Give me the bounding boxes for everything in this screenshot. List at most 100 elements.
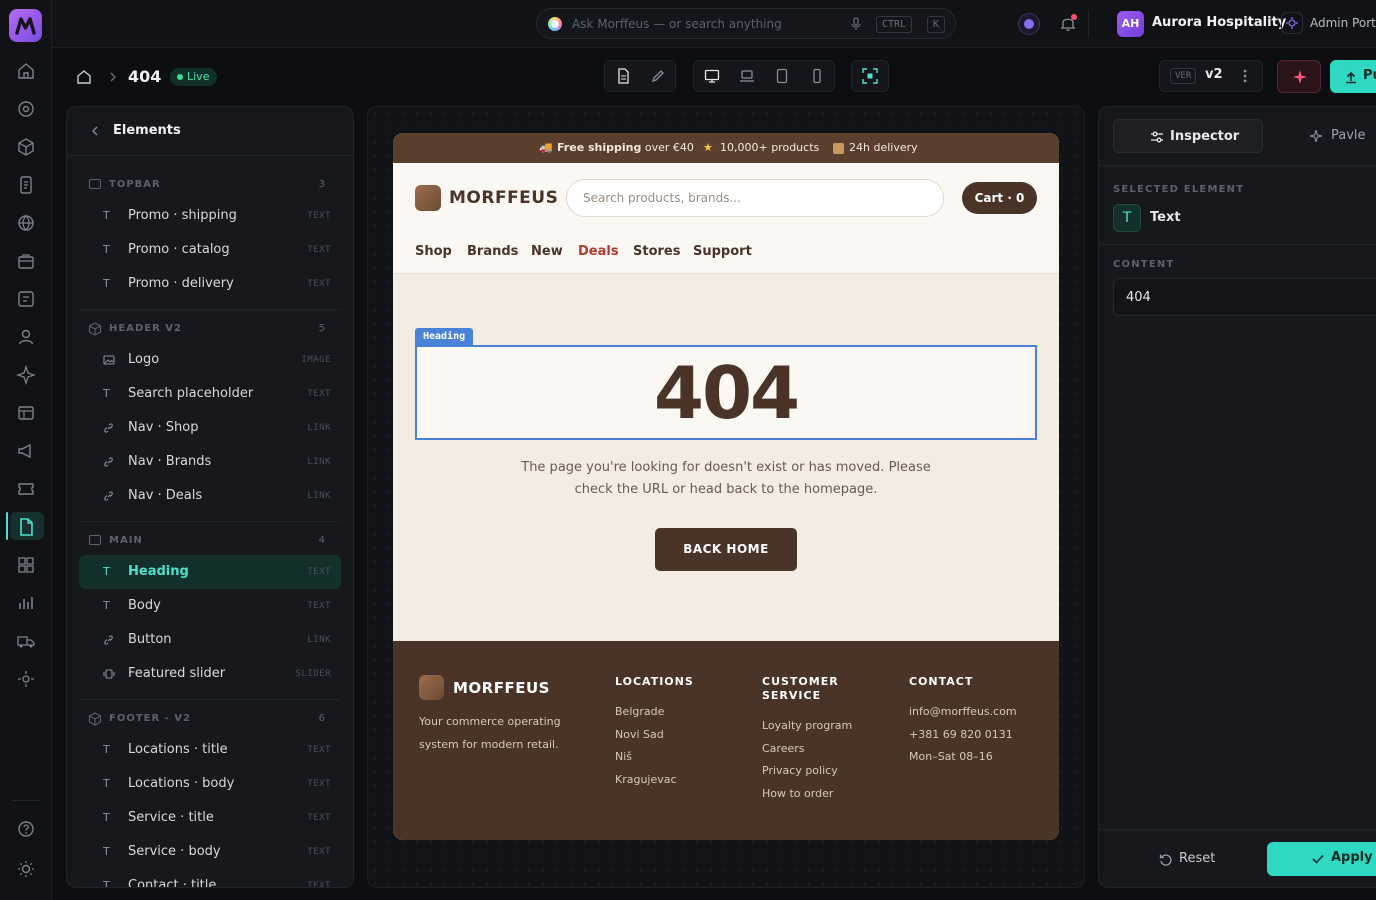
element-row[interactable]: Nav · Shop LINK (79, 411, 341, 445)
group-cube-icon (88, 712, 102, 726)
nav-support[interactable]: Support (693, 244, 752, 259)
inspect-frame-icon[interactable] (862, 68, 880, 86)
megaphone-icon[interactable] (16, 441, 36, 461)
element-row[interactable]: Featured slider SLIDER (79, 657, 341, 691)
footer-service-link[interactable]: Careers (762, 742, 805, 755)
site-search-input[interactable]: Search products, brands... (566, 179, 944, 217)
publish-button[interactable]: Pu (1330, 60, 1376, 93)
portal-name[interactable]: Admin Portal (1310, 16, 1376, 30)
desktop-icon[interactable] (704, 68, 722, 86)
element-row[interactable]: T Body TEXT (79, 589, 341, 623)
back-home-button[interactable]: BACK HOME (655, 528, 797, 571)
element-row[interactable]: Nav · Deals LINK (79, 479, 341, 513)
promo-catalog[interactable]: 10,000+ products (720, 141, 819, 154)
version-selector[interactable]: VER v2 (1159, 60, 1263, 92)
element-row[interactable]: T Promo · shipping TEXT (79, 199, 341, 233)
tablet-icon[interactable] (774, 68, 792, 86)
nav-stores[interactable]: Stores (633, 244, 680, 259)
breadcrumb-home-icon[interactable] (76, 69, 92, 85)
cart-button[interactable]: Cart · 0 (962, 182, 1037, 214)
element-label: Contact · title (128, 878, 217, 888)
kbd-k: K (927, 16, 946, 33)
element-row[interactable]: Button LINK (79, 623, 341, 657)
element-row[interactable]: T Locations · body TEXT (79, 767, 341, 801)
element-label: Locations · body (128, 776, 235, 791)
element-row[interactable]: Logo IMAGE (79, 343, 341, 377)
mobile-icon[interactable] (809, 68, 827, 86)
element-row[interactable]: T Promo · catalog TEXT (79, 233, 341, 267)
element-row[interactable]: T Locations · title TEXT (79, 733, 341, 767)
reset-button[interactable]: Reset (1149, 844, 1269, 876)
footer-location[interactable]: Belgrade (615, 705, 664, 718)
brand-name[interactable]: MORFFEUS (449, 188, 558, 208)
org-avatar[interactable]: AH (1117, 11, 1144, 37)
brand-logo-mark[interactable] (415, 185, 441, 211)
target-icon[interactable] (16, 99, 36, 119)
sparkle-icon[interactable] (16, 365, 36, 385)
separator-dot: · (1269, 13, 1273, 27)
microphone-icon[interactable] (849, 16, 863, 32)
footer-contact-email[interactable]: info@morffeus.com (909, 705, 1017, 718)
integrations-icon[interactable] (16, 669, 36, 689)
magic-sparkle-icon (1293, 70, 1307, 84)
user-icon[interactable] (16, 327, 36, 347)
nav-deals[interactable]: Deals (578, 244, 619, 259)
footer-brand: MORFFEUS (453, 679, 550, 697)
element-row[interactable]: T Service · title TEXT (79, 801, 341, 835)
grid-icon[interactable] (16, 555, 36, 575)
footer-service-link[interactable]: Loyalty program (762, 719, 852, 732)
theme-sun-icon[interactable] (16, 859, 36, 879)
nav-new[interactable]: New (531, 244, 563, 259)
app-logo[interactable] (9, 9, 42, 42)
briefcase-icon[interactable] (16, 251, 36, 271)
element-row[interactable]: T Search placeholder TEXT (79, 377, 341, 411)
document-icon[interactable] (16, 175, 36, 195)
checklist-icon[interactable] (16, 289, 36, 309)
ticket-icon[interactable] (16, 479, 36, 499)
bell-icon[interactable] (1059, 14, 1077, 32)
element-row[interactable]: T Contact · title TEXT (79, 869, 341, 888)
nav-brands[interactable]: Brands (467, 244, 518, 259)
truck-icon[interactable] (16, 631, 36, 651)
link-type-icon (103, 634, 115, 646)
ai-magic-button[interactable] (1277, 60, 1321, 93)
table-icon[interactable] (16, 403, 36, 423)
cube-icon[interactable] (16, 137, 36, 157)
promo-shipping[interactable]: Free shipping over €40 (557, 141, 694, 154)
tab-pavle[interactable]: Pavle (1331, 128, 1366, 143)
home-icon[interactable] (16, 61, 36, 81)
nav-shop[interactable]: Shop (415, 244, 452, 259)
element-row-selected[interactable]: T Heading TEXT (79, 555, 341, 589)
org-name[interactable]: Aurora Hospitality (1152, 15, 1286, 30)
globe-icon[interactable] (16, 213, 36, 233)
footer-contact-phone[interactable]: +381 69 820 0131 (909, 728, 1013, 741)
content-input[interactable]: 404 (1113, 278, 1376, 316)
content-mode-icon[interactable] (615, 68, 633, 86)
collapse-chevron-icon[interactable] (89, 124, 101, 138)
element-row[interactable]: T Service · body TEXT (79, 835, 341, 869)
more-vertical-icon[interactable] (1242, 67, 1248, 85)
footer-location[interactable]: Novi Sad (615, 728, 664, 741)
footer-location[interactable]: Kragujevac (615, 773, 677, 786)
heading-404[interactable]: 404 (417, 353, 1035, 433)
promo-delivery[interactable]: 24h delivery (849, 141, 918, 154)
rail-active-indicator (6, 512, 8, 540)
assistant-orb-icon[interactable] (1018, 13, 1040, 35)
pages-icon[interactable] (16, 517, 36, 537)
apply-button[interactable]: Apply (1267, 842, 1376, 876)
selected-heading-frame[interactable]: 404 (415, 345, 1037, 440)
edit-pencil-icon[interactable] (650, 68, 668, 86)
body-text[interactable]: The page you're looking for doesn't exis… (503, 457, 949, 501)
help-icon[interactable] (16, 819, 36, 839)
global-search[interactable]: Ask Morffeus — or search anything CTRL K (536, 8, 956, 39)
element-row[interactable]: T Promo · delivery TEXT (79, 267, 341, 301)
footer-service-link[interactable]: Privacy policy (762, 764, 838, 777)
apply-label: Apply (1331, 850, 1373, 865)
footer-service-link[interactable]: How to order (762, 787, 833, 800)
laptop-icon[interactable] (739, 68, 757, 86)
tab-inspector[interactable]: Inspector (1113, 119, 1263, 153)
analytics-icon[interactable] (16, 593, 36, 613)
element-row[interactable]: Nav · Brands LINK (79, 445, 341, 479)
group-divider (79, 521, 341, 522)
footer-location[interactable]: Niš (615, 750, 632, 763)
